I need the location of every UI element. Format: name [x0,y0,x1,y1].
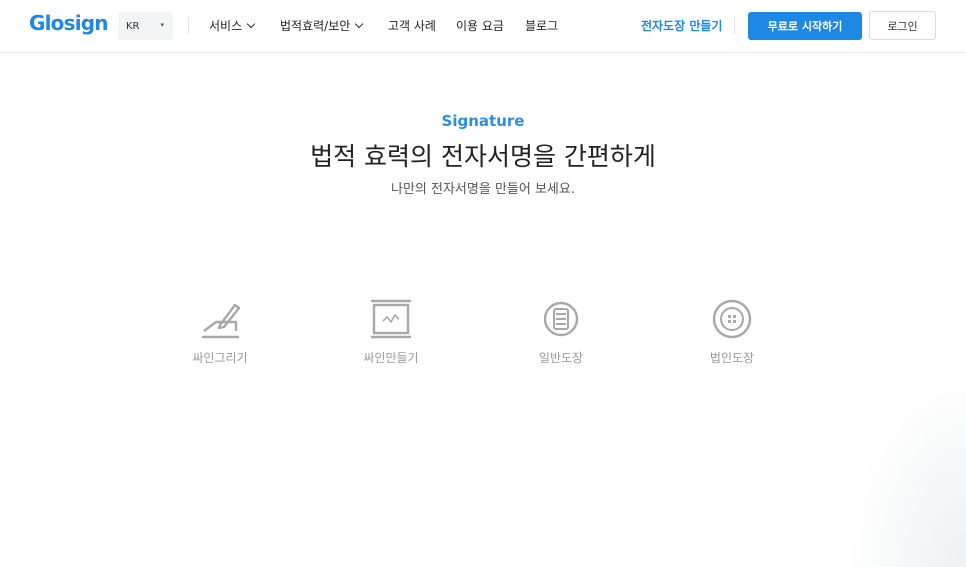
nav-item-label: 이용 요금 [456,19,504,33]
feature-general-stamp[interactable]: 일반도장 [501,297,621,366]
feature-label: 싸인그리기 [192,351,248,365]
chevron-down-icon [246,19,256,29]
chevron-down-icon [355,19,364,29]
feature-draw-signature[interactable]: 싸인그리기 [160,297,280,366]
nav-item-label: 법적효력/보안 [280,19,351,33]
start-free-button[interactable]: 무료로 시작하기 [748,12,862,40]
round-stamp-icon [712,299,752,339]
nav-item-legal-security[interactable]: 법적효력/보안 [280,17,364,34]
feature-label: 싸인만들기 [363,351,419,365]
glosign-logo[interactable]: Glosign [29,11,109,35]
nav-item-label: 고객 사례 [388,19,436,33]
nav-item-service[interactable]: 서비스 [209,17,256,34]
nav-item-customer-cases[interactable]: 고객 사례 [388,17,436,34]
top-navigation-bar: Glosign KR ▾ 서비스 법적효력/보안 고객 사례 이용 요금 블로그… [0,0,966,53]
header-divider [734,17,735,34]
nav-item-label: 블로그 [525,19,559,33]
nav-item-blog[interactable]: 블로그 [525,17,558,34]
make-stamp-link[interactable]: 전자도장 만들기 [641,17,722,34]
feature-label: 일반도장 [538,351,584,365]
page-title: 법적 효력의 전자서명을 간편하게 [310,142,656,171]
login-button[interactable]: 로그인 [869,11,936,40]
nav-item-pricing[interactable]: 이용 요금 [456,17,504,34]
corner-shade [846,367,966,567]
pen-sign-icon [201,303,241,339]
oval-stamp-icon [543,301,579,337]
header-divider [188,17,189,34]
language-select[interactable]: KR ▾ [118,12,173,40]
monitor-sign-icon [370,299,412,339]
section-eyebrow: Signature [441,112,525,130]
language-select-value: KR [126,20,140,32]
feature-make-signature[interactable]: 싸인만들기 [331,297,451,366]
feature-label: 법인도장 [709,351,755,365]
page-subtitle: 나만의 전자서명을 만들어 보세요. [391,182,575,197]
feature-corporate-stamp[interactable]: 법인도장 [672,297,792,366]
caret-down-icon: ▾ [160,21,164,29]
nav-item-label: 서비스 [209,19,243,33]
